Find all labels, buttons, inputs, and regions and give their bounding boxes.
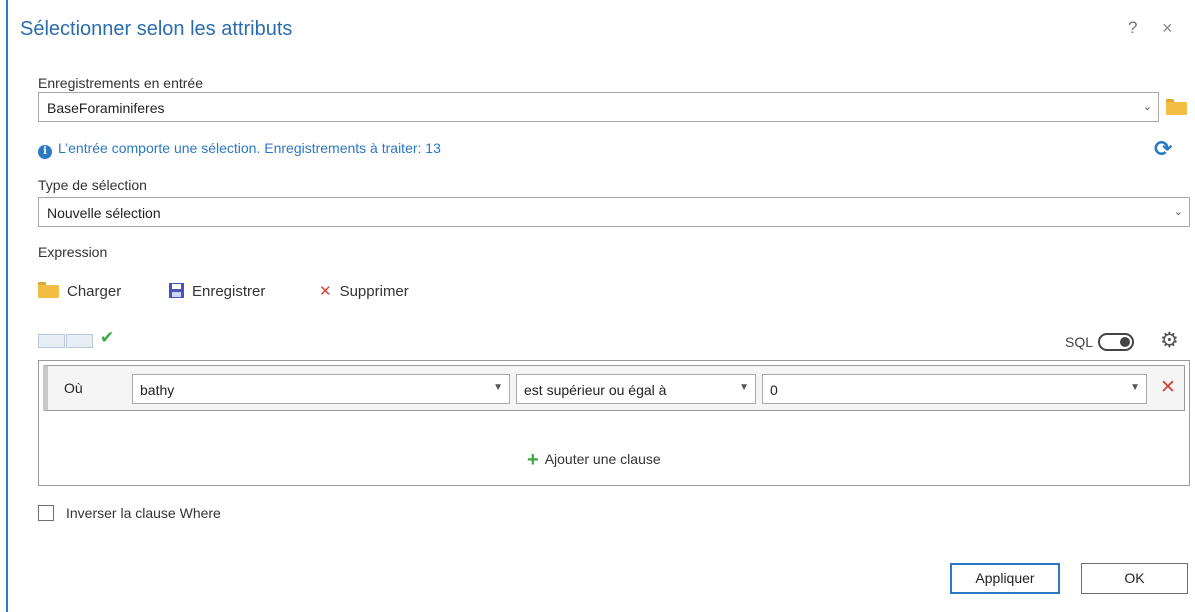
operator-value: est supérieur ou égal à xyxy=(524,382,667,398)
selection-type-value: Nouvelle sélection xyxy=(47,205,161,221)
selection-info-message: i L’entrée comporte une sélection. Enregi… xyxy=(38,140,441,159)
info-icon: i xyxy=(38,145,52,159)
delete-icon: ✕ xyxy=(319,283,332,300)
input-records-value: BaseForaminiferes xyxy=(47,100,165,116)
input-records-label: Enregistrements en entrée xyxy=(38,75,203,91)
sql-label: SQL xyxy=(1065,334,1094,350)
folder-icon xyxy=(38,282,60,298)
window-edge xyxy=(0,0,8,612)
plus-icon: + xyxy=(527,449,539,471)
clause-mode-toggle[interactable] xyxy=(38,334,94,348)
expression-label: Expression xyxy=(38,244,108,260)
field-value: bathy xyxy=(140,382,175,398)
chevron-down-icon: ⌄ xyxy=(1173,206,1183,218)
invert-where-label: Inverser la clause Where xyxy=(66,505,221,521)
dialog-title: Sélectionner selon les attributs xyxy=(20,18,293,40)
close-button[interactable]: × xyxy=(1162,18,1173,39)
apply-button[interactable]: Appliquer xyxy=(950,563,1060,594)
sql-toggle[interactable] xyxy=(1098,333,1134,351)
load-label: Charger xyxy=(67,283,122,300)
save-expression-button[interactable]: Enregistrer xyxy=(168,282,265,300)
clause-value: 0 xyxy=(770,382,778,398)
where-label: Où xyxy=(64,380,83,396)
operator-dropdown[interactable]: est supérieur ou égal à ▼ xyxy=(516,374,756,404)
delete-clause-icon[interactable]: ✕ xyxy=(1160,376,1176,399)
help-button[interactable]: ? xyxy=(1128,18,1137,38)
chevron-down-icon: ▼ xyxy=(493,382,503,393)
browse-folder-icon[interactable] xyxy=(1166,99,1187,115)
value-dropdown[interactable]: 0 ▼ xyxy=(762,374,1147,404)
select-by-attributes-dialog: Sélectionner selon les attributs ? × Enr… xyxy=(10,0,1195,612)
save-label: Enregistrer xyxy=(192,283,266,300)
toggle-knob xyxy=(1120,337,1130,347)
chevron-down-icon: ▼ xyxy=(739,382,749,393)
gear-icon[interactable]: ⚙ xyxy=(1160,328,1179,353)
selection-type-label: Type de sélection xyxy=(38,177,147,193)
verify-check-icon[interactable]: ✔ xyxy=(100,328,114,348)
field-dropdown[interactable]: bathy ▼ xyxy=(132,374,510,404)
input-records-dropdown[interactable]: BaseForaminiferes ⌄ xyxy=(38,92,1159,122)
clause-panel: Où bathy ▼ est supérieur ou égal à ▼ 0 ▼… xyxy=(38,360,1190,486)
clause-row: Où bathy ▼ est supérieur ou égal à ▼ 0 ▼… xyxy=(43,365,1185,411)
selection-info-text: L’entrée comporte une sélection. Enregis… xyxy=(58,140,441,156)
save-icon xyxy=(169,283,184,298)
sql-mode-icon xyxy=(66,334,93,348)
add-clause-button[interactable]: + Ajouter une clause xyxy=(527,449,661,472)
delete-expression-button[interactable]: ✕ Supprimer xyxy=(319,282,409,300)
add-clause-label: Ajouter une clause xyxy=(544,451,661,467)
invert-where-checkbox[interactable] xyxy=(38,505,54,521)
load-expression-button[interactable]: Charger xyxy=(38,282,121,300)
ok-button[interactable]: OK xyxy=(1081,563,1188,594)
clause-mode-icon xyxy=(38,334,65,348)
refresh-icon[interactable]: ⟳ xyxy=(1154,136,1172,162)
delete-label: Supprimer xyxy=(339,283,409,300)
selection-type-dropdown[interactable]: Nouvelle sélection ⌄ xyxy=(38,197,1190,227)
chevron-down-icon: ⌄ xyxy=(1142,101,1152,113)
chevron-down-icon: ▼ xyxy=(1130,382,1140,393)
